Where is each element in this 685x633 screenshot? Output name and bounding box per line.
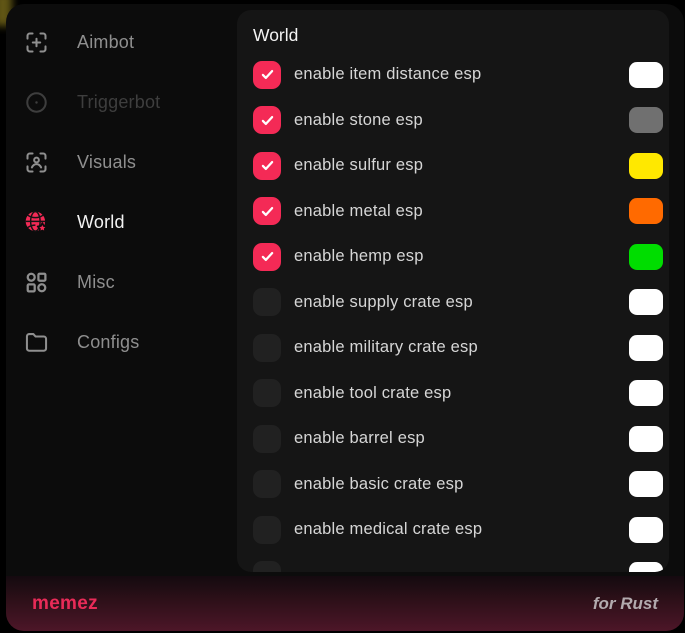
sidebar-item-label: Aimbot [77, 32, 134, 53]
setting-row: enable stone esp [253, 98, 663, 144]
color-swatch[interactable] [629, 289, 663, 315]
checkbox-unchecked[interactable] [253, 516, 281, 544]
setting-label: enable medical crate esp [294, 520, 629, 539]
world-settings-panel: World enable item distance esp enable sto… [237, 10, 669, 572]
world-globe-icon [23, 209, 50, 236]
setting-row: enable item distance esp [253, 52, 663, 98]
setting-row: enable barrel esp [253, 416, 663, 462]
visuals-person-scan-icon [23, 149, 50, 176]
setting-label: enable tool crate esp [294, 384, 629, 403]
sidebar-item-misc[interactable]: Misc [6, 252, 234, 312]
check-icon [259, 157, 276, 174]
setting-row: enable military crate esp [253, 325, 663, 371]
setting-row: enable metal esp [253, 189, 663, 235]
triggerbot-circle-icon [23, 89, 50, 116]
sidebar-item-aimbot[interactable]: Aimbot [6, 12, 234, 72]
sidebar-item-triggerbot[interactable]: Triggerbot [6, 72, 234, 132]
checkbox-checked[interactable] [253, 61, 281, 89]
sidebar-item-label: Misc [77, 272, 115, 293]
sidebar-item-visuals[interactable]: Visuals [6, 132, 234, 192]
setting-row [253, 553, 663, 573]
setting-row: enable tool crate esp [253, 371, 663, 417]
color-swatch[interactable] [629, 107, 663, 133]
configs-folder-icon [23, 329, 50, 356]
checkbox-unchecked[interactable] [253, 379, 281, 407]
setting-label: enable item distance esp [294, 65, 629, 84]
color-swatch[interactable] [629, 517, 663, 543]
checkbox-unchecked[interactable] [253, 288, 281, 316]
sidebar: Aimbot Triggerbot Visuals World Misc Configs [6, 4, 234, 575]
check-icon [259, 66, 276, 83]
check-icon [259, 203, 276, 220]
setting-label: enable barrel esp [294, 429, 629, 448]
footer-bar: memez for Rust [6, 576, 684, 631]
checkbox-checked[interactable] [253, 106, 281, 134]
brand-tagline: for Rust [593, 594, 658, 614]
setting-label: enable sulfur esp [294, 156, 629, 175]
color-swatch[interactable] [629, 335, 663, 361]
checkbox-unchecked[interactable] [253, 334, 281, 362]
color-swatch[interactable] [629, 198, 663, 224]
setting-label: enable hemp esp [294, 247, 629, 266]
checkbox-unchecked[interactable] [253, 561, 281, 572]
check-icon [259, 112, 276, 129]
setting-label: enable basic crate esp [294, 475, 629, 494]
checkbox-checked[interactable] [253, 152, 281, 180]
aimbot-crosshair-icon [23, 29, 50, 56]
setting-row: enable supply crate esp [253, 280, 663, 326]
sidebar-item-configs[interactable]: Configs [6, 312, 234, 372]
check-icon [259, 248, 276, 265]
setting-label: enable supply crate esp [294, 293, 629, 312]
color-swatch[interactable] [629, 562, 663, 572]
sidebar-item-label: World [77, 212, 125, 233]
setting-row: enable sulfur esp [253, 143, 663, 189]
setting-label: enable stone esp [294, 111, 629, 130]
setting-row: enable hemp esp [253, 234, 663, 280]
sidebar-item-label: Configs [77, 332, 139, 353]
checkbox-unchecked[interactable] [253, 470, 281, 498]
color-swatch[interactable] [629, 380, 663, 406]
checkbox-unchecked[interactable] [253, 425, 281, 453]
sidebar-item-label: Triggerbot [77, 92, 160, 113]
cheat-menu-window: AimbotTriggerbotVisualsWorldMiscConfigs … [6, 4, 684, 631]
checkbox-checked[interactable] [253, 197, 281, 225]
misc-shapes-icon [23, 269, 50, 296]
setting-row: enable basic crate esp [253, 462, 663, 508]
settings-list: enable item distance esp enable stone esp… [253, 52, 663, 572]
checkbox-checked[interactable] [253, 243, 281, 271]
color-swatch[interactable] [629, 62, 663, 88]
color-swatch[interactable] [629, 153, 663, 179]
color-swatch[interactable] [629, 244, 663, 270]
brand-name: memez [32, 593, 98, 615]
sidebar-item-label: Visuals [77, 152, 136, 173]
panel-title: World [253, 25, 663, 46]
color-swatch[interactable] [629, 471, 663, 497]
color-swatch[interactable] [629, 426, 663, 452]
setting-label: enable military crate esp [294, 338, 629, 357]
sidebar-item-world[interactable]: World [6, 192, 234, 252]
setting-label: enable metal esp [294, 202, 629, 221]
setting-row: enable medical crate esp [253, 507, 663, 553]
